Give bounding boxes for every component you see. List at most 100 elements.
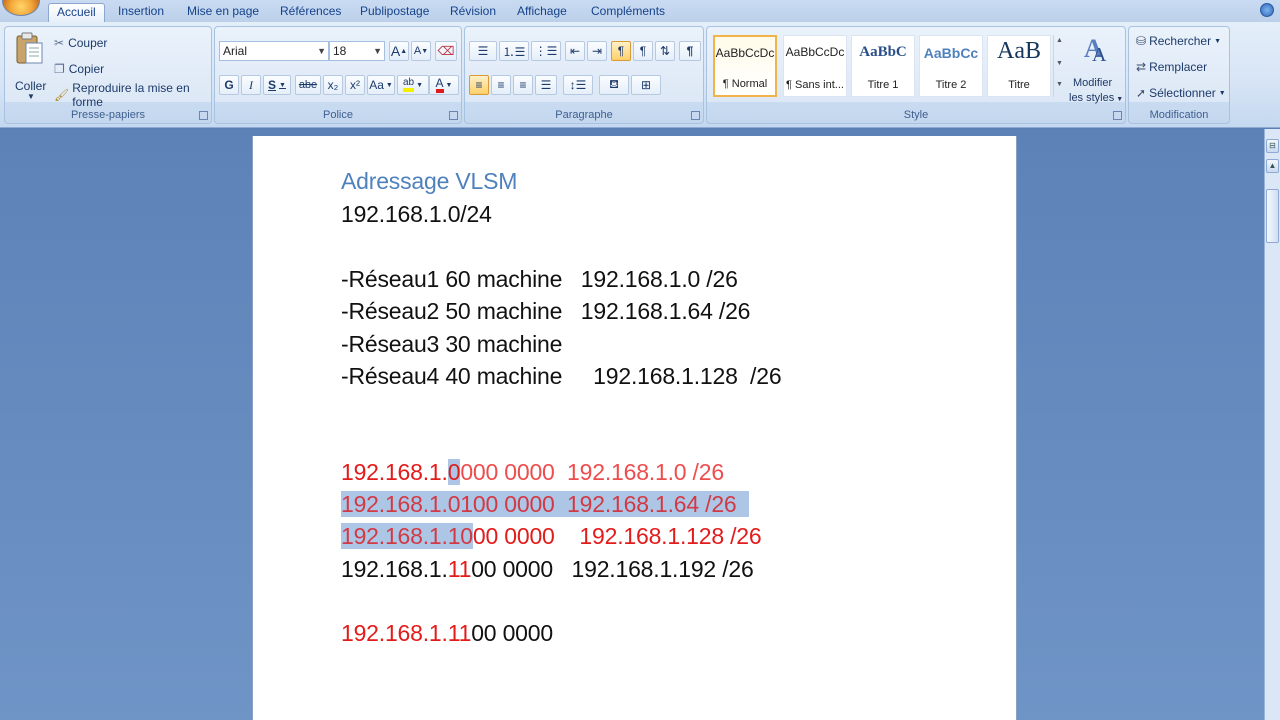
- change-case-button[interactable]: Aa ▼: [367, 75, 395, 95]
- modify-styles-button[interactable]: A A Modifier les styles ▼: [1067, 31, 1125, 105]
- scroll-up-icon[interactable]: ▲: [1266, 159, 1279, 173]
- tab-publipostage[interactable]: Publipostage: [352, 3, 437, 22]
- paste-dropdown-icon[interactable]: ▼: [27, 92, 35, 101]
- reseau2-line: -Réseau2 50 machine 192.168.1.64 /26: [341, 298, 751, 324]
- font-launcher-icon[interactable]: [449, 111, 458, 120]
- font-name-combo[interactable]: Arial ▼: [219, 41, 329, 61]
- select-button[interactable]: ➚ Sélectionner ▼: [1133, 83, 1229, 103]
- borders-icon: ⊞: [640, 78, 652, 92]
- select-label: Sélectionner: [1149, 86, 1216, 100]
- style-titre-sample: AaB: [997, 38, 1041, 64]
- font-name-value: Arial: [223, 44, 248, 58]
- style-normal[interactable]: AaBbCcDc ¶ Normal: [713, 35, 777, 97]
- shrink-font-button[interactable]: A ▼: [411, 41, 431, 61]
- rtl-button[interactable]: ¶: [633, 41, 653, 61]
- subscript-button[interactable]: x₂: [323, 75, 343, 95]
- numbering-button[interactable]: ⒈☰: [499, 41, 529, 61]
- vertical-scrollbar[interactable]: ⊟ ▲: [1264, 129, 1280, 720]
- superscript-button[interactable]: x²: [345, 75, 365, 95]
- binary-address: 192.168.1.192 /26: [571, 556, 754, 582]
- style-sans-interligne-name: ¶ Sans int...: [786, 79, 844, 91]
- tab-revision[interactable]: Révision: [442, 3, 504, 22]
- style-titre2[interactable]: AaBbCc Titre 2: [919, 35, 983, 97]
- paste-button[interactable]: Coller ▼: [9, 29, 49, 105]
- paragraph-group: ☰ ⒈☰ ⋮☰ ⇤ ⇥ ¶ ¶ ⇅ ¶ ≡ ≡ ≡ ☰ ↕☰ ⛾ ⊞ Parag…: [464, 26, 704, 124]
- ltr-icon: ¶: [617, 44, 625, 58]
- tab-insertion[interactable]: Insertion: [110, 3, 172, 22]
- paragraph-launcher-icon[interactable]: [691, 111, 700, 120]
- clear-format-button[interactable]: ⌫: [435, 41, 457, 61]
- replace-icon: ⇄: [1136, 60, 1147, 74]
- binary-address: 192.168.1.64 /26: [567, 491, 737, 517]
- office-button[interactable]: [2, 0, 40, 16]
- format-painter-icon: 🖌: [54, 88, 70, 102]
- tab-complements[interactable]: Compléments: [583, 3, 673, 22]
- font-size-combo[interactable]: 18 ▼: [329, 41, 385, 61]
- format-painter-button[interactable]: 🖌 Reproduire la mise en forme: [51, 81, 211, 109]
- cursor-icon: ➚: [1136, 86, 1147, 100]
- tab-references[interactable]: Références: [272, 3, 349, 22]
- justify-button[interactable]: ☰: [535, 75, 557, 95]
- align-left-button[interactable]: ≡: [469, 75, 489, 95]
- line-spacing-button[interactable]: ↕☰: [563, 75, 593, 95]
- replace-button[interactable]: ⇄ Remplacer: [1133, 57, 1229, 77]
- ltr-button[interactable]: ¶: [611, 41, 631, 61]
- bold-button[interactable]: G: [219, 75, 239, 95]
- highlight-label: ab: [402, 78, 415, 92]
- font-color-button[interactable]: A ▼: [429, 75, 459, 95]
- document-page[interactable]: Adressage VLSM 192.168.1.0/24 -Réseau1 6…: [252, 136, 1017, 720]
- underline-button[interactable]: S ▼: [263, 75, 291, 95]
- italic-label: I: [249, 77, 253, 92]
- font-size-value: 18: [333, 44, 347, 58]
- binary-rest: 00 0000: [472, 523, 555, 549]
- strikethrough-button[interactable]: abe: [295, 75, 321, 95]
- binary-address: 192.168.1.0 /26: [567, 459, 724, 485]
- binary-gap: [555, 523, 580, 549]
- strikethrough-label: abe: [298, 79, 318, 91]
- help-icon[interactable]: [1260, 3, 1274, 17]
- grow-font-label: A: [390, 43, 401, 59]
- superscript-label: x²: [350, 78, 360, 92]
- binary-prefix: 192.168.1.: [341, 620, 448, 646]
- decrease-indent-button[interactable]: ⇤: [565, 41, 585, 61]
- increase-indent-button[interactable]: ⇥: [587, 41, 607, 61]
- binary-gap: [554, 491, 568, 517]
- borders-button[interactable]: ⊞: [631, 75, 661, 95]
- align-center-button[interactable]: ≡: [491, 75, 511, 95]
- binary-prefix: 192.168.1.: [341, 459, 448, 485]
- network-line: 192.168.1.0/24: [341, 201, 492, 227]
- style-titre1[interactable]: AaBbC Titre 1: [851, 35, 915, 97]
- justify-icon: ☰: [540, 78, 552, 92]
- ruler-toggle-icon[interactable]: ⊟: [1266, 139, 1279, 153]
- align-right-button[interactable]: ≡: [513, 75, 533, 95]
- grow-font-button[interactable]: A ▲: [389, 41, 409, 61]
- styles-icon: A A: [1084, 34, 1107, 63]
- style-launcher-icon[interactable]: [1113, 111, 1122, 120]
- tab-affichage[interactable]: Affichage: [509, 3, 575, 22]
- binary-bits: 0: [447, 459, 461, 485]
- copy-button[interactable]: ❐ Copier: [51, 59, 111, 79]
- style-sans-interligne[interactable]: AaBbCcDc ¶ Sans int...: [783, 35, 847, 97]
- tab-accueil[interactable]: Accueil: [48, 3, 105, 22]
- styles-scroll[interactable]: ▲ ▼ ▼: [1053, 35, 1065, 97]
- tab-mise-en-page[interactable]: Mise en page: [179, 3, 267, 22]
- highlight-button[interactable]: ab ▼: [397, 75, 429, 95]
- italic-button[interactable]: I: [241, 75, 261, 95]
- shading-button[interactable]: ⛾: [599, 75, 629, 95]
- show-marks-button[interactable]: ¶: [679, 41, 701, 61]
- chevron-up-icon[interactable]: ▲: [1054, 37, 1065, 44]
- chevron-down-icon[interactable]: ▼: [1054, 60, 1065, 67]
- binary-line-2: 192.168.1.0100 0000 192.168.1.64 /26: [341, 491, 749, 518]
- bullets-button[interactable]: ☰: [469, 41, 497, 61]
- style-titre[interactable]: AaB Titre: [987, 35, 1051, 97]
- chevron-down-icon: ▼: [373, 46, 382, 56]
- find-button[interactable]: ⛁ Rechercher ▼: [1133, 31, 1229, 51]
- font-group: Arial ▼ 18 ▼ A ▲ A ▼ ⌫ G I S ▼ abe x₂ x²…: [214, 26, 462, 124]
- sort-button[interactable]: ⇅: [655, 41, 675, 61]
- modify-styles-label-1: Modifier: [1073, 77, 1113, 89]
- clipboard-launcher-icon[interactable]: [199, 111, 208, 120]
- scrollbar-thumb[interactable]: [1266, 189, 1279, 243]
- cut-button[interactable]: ✂ Couper: [51, 33, 111, 53]
- more-styles-icon[interactable]: ▼: [1054, 81, 1065, 88]
- multilevel-list-button[interactable]: ⋮☰: [531, 41, 561, 61]
